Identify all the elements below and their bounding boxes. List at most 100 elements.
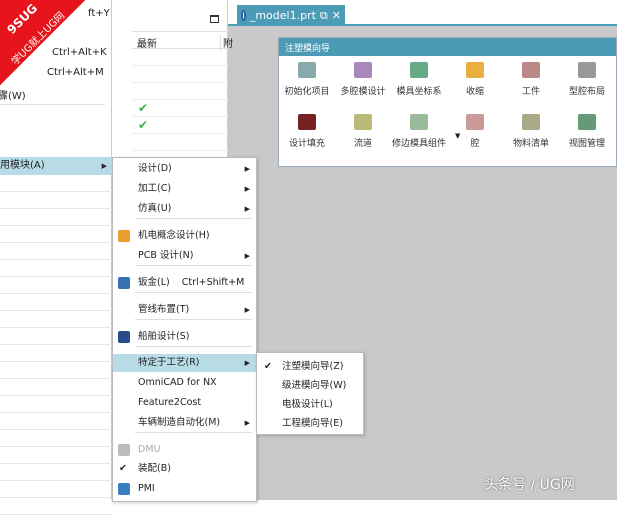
menu-item-application[interactable]: 用模块(A) ▶ xyxy=(0,157,112,175)
menu-label: PCB 设计(N) xyxy=(138,250,194,261)
tool-icon xyxy=(410,62,428,78)
tool-button[interactable]: 初始化项目 xyxy=(276,62,338,97)
process-menu-item[interactable]: 工程模向导(E) xyxy=(257,415,363,433)
menu-label: 特定于工艺(R) xyxy=(138,357,200,368)
restore-icon[interactable]: ⧉ xyxy=(320,9,328,23)
tab-model1[interactable]: _model1.prt ⧉ ✕ xyxy=(237,5,345,26)
tab-title: _model1.prt xyxy=(249,9,316,22)
menu-label: 装配(B) xyxy=(138,463,171,474)
tool-label: 设计填充 xyxy=(288,139,325,149)
menu-label: 设计(D) xyxy=(138,163,172,174)
submenu-item[interactable]: DMU xyxy=(113,441,256,459)
submenu-item[interactable]: PMI xyxy=(113,480,256,498)
submenu-item[interactable]: PCB 设计(N) ▶ xyxy=(113,247,256,265)
submenu-item[interactable]: 钣金(L) Ctrl+Shift+M xyxy=(113,274,256,292)
separator xyxy=(135,265,252,266)
list-row xyxy=(0,277,112,294)
tool-icon xyxy=(410,114,428,130)
submenu-item[interactable]: 仿真(U) ▶ xyxy=(113,200,256,218)
separator xyxy=(0,104,105,105)
tool-button[interactable]: 修边模具组件 xyxy=(388,114,450,149)
mechatronics-icon xyxy=(118,230,130,242)
menu-shortcut: ft+Y xyxy=(88,8,110,19)
tool-icon xyxy=(298,114,316,130)
table-row[interactable]: ✔ xyxy=(132,117,228,134)
part-navigator: 最新 附 ✔ ✔ xyxy=(112,0,233,160)
submenu-item[interactable]: 船舶设计(S) xyxy=(113,328,256,346)
submenu-item[interactable]: 加工(C) ▶ xyxy=(113,180,256,198)
table-row[interactable] xyxy=(132,49,228,66)
dropdown-arrow-icon[interactable]: ▼ xyxy=(455,132,460,140)
submenu-item[interactable]: 机电概念设计(H) xyxy=(113,227,256,245)
tool-button[interactable]: 腔 xyxy=(444,114,506,149)
tool-label: 工件 xyxy=(521,87,540,97)
submenu-item[interactable]: OmniCAD for NX xyxy=(113,374,256,392)
process-menu-item[interactable]: ✔ 注塑模向导(Z) xyxy=(257,358,363,376)
menu-label: 仿真(U) xyxy=(138,203,172,214)
list-row xyxy=(0,498,112,515)
tool-button[interactable]: 模具坐标系 xyxy=(388,62,450,97)
tool-label: 视图管理 xyxy=(568,139,605,149)
mold-wizard-toolbar: 注塑模向导 初始化项目 多腔模设计 模具坐标系 收缩 工件 型腔布局 设计填充 流道 修边模具组… xyxy=(278,37,617,167)
menu-label: 船舶设计(S) xyxy=(138,331,190,342)
table-row[interactable] xyxy=(132,66,228,83)
submenu-arrow-icon: ▶ xyxy=(244,205,250,213)
tool-icon xyxy=(354,114,372,130)
tool-label: 修边模具组件 xyxy=(391,139,446,149)
submenu-item[interactable]: ✔ 装配(B) xyxy=(113,460,256,478)
submenu-item[interactable]: Feature2Cost xyxy=(113,394,256,412)
menu-label: DMU xyxy=(138,444,161,455)
tool-button[interactable]: 多腔模设计 xyxy=(332,62,394,97)
submenu-item[interactable]: 车辆制造自动化(M) ▶ xyxy=(113,414,256,432)
tool-button[interactable]: 物料清单 xyxy=(500,114,562,149)
list-row xyxy=(0,396,112,413)
tool-button[interactable]: 视图管理 xyxy=(556,114,617,149)
tool-icon xyxy=(466,114,484,130)
check-icon: ✔ xyxy=(264,361,272,372)
tool-button[interactable]: 工件 xyxy=(500,62,562,97)
process-menu-item[interactable]: 电极设计(L) xyxy=(257,396,363,414)
process-menu-item[interactable]: 级进模向导(W) xyxy=(257,377,363,395)
list-row xyxy=(0,192,112,209)
ship-icon xyxy=(118,331,130,343)
tool-label: 物料清单 xyxy=(512,139,549,149)
submenu-item[interactable]: 特定于工艺(R) ▶ xyxy=(113,354,256,372)
submenu-item[interactable]: 管线布置(T) ▶ xyxy=(113,301,256,319)
process-specific-submenu: ✔ 注塑模向导(Z) 级进模向导(W) 电极设计(L) 工程模向导(E) xyxy=(256,352,364,435)
menu-item[interactable]: 骤(W) xyxy=(0,87,26,102)
menu-label: OmniCAD for NX xyxy=(138,377,217,388)
check-icon: ✔ xyxy=(138,101,149,115)
column-latest[interactable]: 最新 xyxy=(137,35,157,50)
menu-label: PMI xyxy=(138,483,155,494)
watermark: 9SUG 学UG就上UG网 xyxy=(0,0,85,85)
check-icon: ✔ xyxy=(119,463,127,474)
maximize-icon[interactable] xyxy=(210,15,219,23)
table-row[interactable] xyxy=(132,83,228,100)
check-icon: ✔ xyxy=(138,118,149,132)
list-row xyxy=(0,481,112,498)
table-row[interactable]: ✔ xyxy=(132,100,228,117)
menu-label: 级进模向导(W) xyxy=(282,380,347,391)
tool-button[interactable]: 流道 xyxy=(332,114,394,149)
submenu-item[interactable]: 设计(D) ▶ xyxy=(113,160,256,178)
footer-watermark: 头条号 / UG网 xyxy=(484,477,575,493)
close-icon[interactable]: ✕ xyxy=(332,9,341,22)
tool-label: 型腔布局 xyxy=(568,87,605,97)
list-row xyxy=(0,243,112,260)
submenu-arrow-icon: ▶ xyxy=(244,185,250,193)
menu-label: 加工(C) xyxy=(138,183,172,194)
tool-icon xyxy=(298,62,316,78)
tool-label: 腔 xyxy=(470,139,480,149)
separator xyxy=(135,292,252,293)
menu-label: Feature2Cost xyxy=(138,397,202,408)
tool-button[interactable]: 设计填充 xyxy=(276,114,338,149)
list-row xyxy=(0,413,112,430)
pmi-icon xyxy=(118,483,130,495)
list-row xyxy=(0,430,112,447)
tool-button[interactable]: 型腔布局 xyxy=(556,62,617,97)
menu-label: 钣金(L) xyxy=(138,277,170,288)
submenu-arrow-icon: ▶ xyxy=(101,162,107,170)
submenu-arrow-icon: ▶ xyxy=(244,419,250,427)
table-row[interactable] xyxy=(132,134,228,151)
tool-button[interactable]: 收缩 xyxy=(444,62,506,97)
